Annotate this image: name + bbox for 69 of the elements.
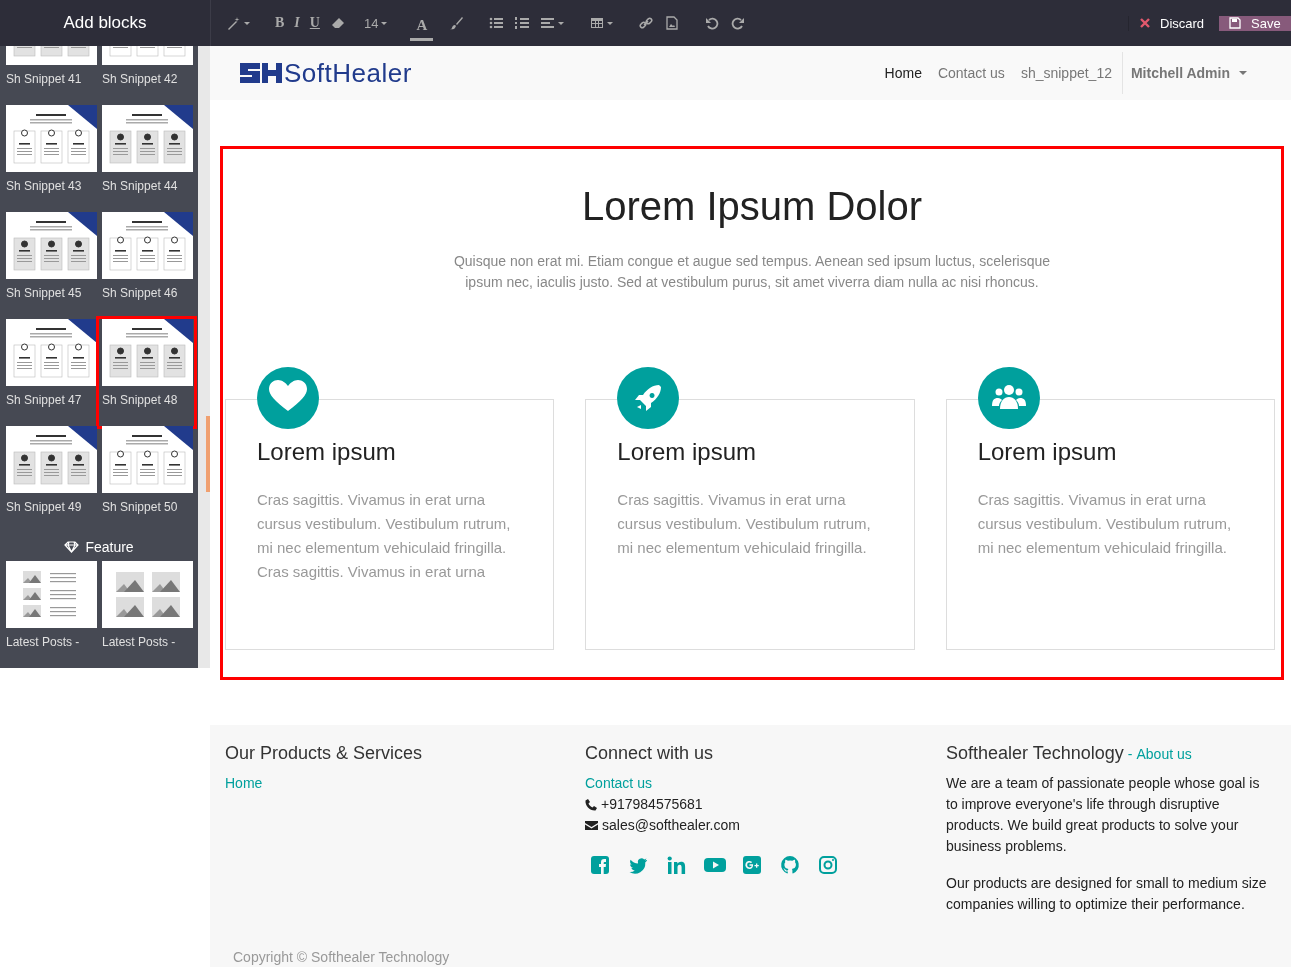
footer-heading: Our Products & Services: [225, 742, 424, 765]
section-title: Feature: [85, 539, 134, 555]
snippet-item[interactable]: Sh Snippet 46: [102, 212, 193, 319]
card-text: Cras sagittis. Vivamus in erat urna cursus vestibulum. Vestibulum rutrum, mi nec elementum vehiculaid fringilla.: [977, 490, 1233, 558]
snippet-label: Sh Snippet 49: [6, 499, 83, 516]
diamond-icon: [64, 541, 80, 553]
facebook-icon[interactable]: [590, 854, 612, 876]
card-text: Cras sagittis. Vivamus in erat urna cursus vestibulum. Vestibulum rutrum, mi nec elementum vehiculaid fringilla.: [617, 490, 872, 558]
font-color-button[interactable]: A: [410, 13, 434, 41]
users-icon: [977, 367, 1040, 429]
snippet-label: Latest Posts -: [6, 634, 81, 651]
snippet-label: Sh Snippet 44: [102, 178, 179, 195]
intro-text: Quisque non erat mi. Etiam congue et augue sed tempus. Aenean sed ipsum luctus, scelerisque ipsum nec, iaculis justo. Sed at vestibulum purus, sit amet viverra diam nulla ac nisi rhoncus.: [452, 252, 1052, 292]
italic-button[interactable]: I: [289, 8, 305, 38]
phone-number: +917984575681: [601, 795, 703, 814]
rocket-icon: [617, 367, 680, 429]
snippet-label: Sh Snippet 50: [102, 499, 179, 516]
nav-link[interactable]: sh_snippet_12: [1012, 65, 1120, 81]
copyright-text: Copyright © Softhealer Technology: [233, 949, 450, 965]
about-text: We are a team of passionate people whose goal is to improve everyone's life through disruptive products. We build great products to solve your business problems.: [946, 774, 1261, 856]
card-title: Lorem ipsum: [617, 437, 758, 467]
snippet-label: Sh Snippet 45: [6, 285, 83, 302]
snippet-label: Sh Snippet 48: [102, 392, 179, 409]
snippet-item[interactable]: Sh Snippet 45: [6, 212, 97, 319]
snippet-item[interactable]: Sh Snippet 44: [102, 105, 193, 212]
snippet-label: Sh Snippet 41: [6, 71, 83, 88]
footer-heading: Softhealer Technology: [946, 742, 1124, 765]
google-plus-icon[interactable]: [742, 854, 764, 876]
snippet-item[interactable]: Sh Snippet 42: [102, 46, 193, 105]
instagram-icon[interactable]: [818, 854, 840, 876]
logo-text: SoftHealer: [284, 57, 412, 89]
snippet-item[interactable]: Sh Snippet 50: [102, 426, 193, 533]
snippet-item[interactable]: Sh Snippet 48: [99, 319, 194, 426]
snippet-label: Sh Snippet 46: [102, 285, 179, 302]
separator-text: -: [1127, 746, 1133, 762]
user-menu[interactable]: Mitchell Admin: [1121, 52, 1255, 94]
snippet-item[interactable]: Sh Snippet 47: [6, 319, 97, 426]
card-title: Lorem ipsum: [257, 437, 397, 467]
logo-mark-icon: [240, 61, 282, 85]
linkedin-icon[interactable]: [666, 854, 688, 876]
section-title: Lorem Ipsum Dolor: [581, 183, 923, 230]
about-text: Our products are designed for small to medium size companies willing to optimize their performance.: [946, 874, 1268, 914]
font-size-dropdown[interactable]: 14: [358, 8, 393, 38]
underline-button[interactable]: U: [304, 8, 325, 38]
caret-icon: [381, 21, 388, 25]
snippet-item[interactable]: Sh Snippet 43: [6, 105, 97, 212]
email-address: sales@softhealer.com: [602, 816, 740, 835]
nav-link[interactable]: Contact us: [929, 65, 1013, 81]
snippet-item[interactable]: Sh Snippet 49: [6, 426, 97, 533]
snippet-item[interactable]: Sh Snippet 41: [6, 46, 97, 105]
snippet-label: Latest Posts -: [102, 634, 177, 651]
snippet-label: Sh Snippet 43: [6, 178, 83, 195]
phone-icon: [585, 798, 597, 811]
save-button[interactable]: Save: [1219, 15, 1291, 31]
card-title: Lorem ipsum: [977, 437, 1118, 467]
github-icon[interactable]: [780, 854, 802, 876]
card-text: Cras sagittis. Vivamus in erat urna cursus vestibulum. Vestibulum rutrum, mi nec elementum vehiculaid fringilla. Cras sagittis. Vivamus in erat urna: [257, 490, 512, 582]
snippet-label: Sh Snippet 42: [102, 71, 179, 88]
footer-heading: Connect with us: [585, 742, 715, 765]
snippet-label: Sh Snippet 47: [6, 392, 83, 409]
scrollbar-thumb[interactable]: [206, 416, 210, 492]
envelope-icon: [585, 820, 598, 831]
panel-title: Add blocks: [63, 13, 147, 33]
nav-link[interactable]: Home: [876, 65, 930, 81]
snippet-item[interactable]: Latest Posts -: [102, 561, 193, 668]
close-icon: [1140, 18, 1150, 28]
snippet-item[interactable]: Latest Posts -: [6, 561, 97, 668]
bold-button[interactable]: B: [270, 8, 290, 38]
caret-icon: [1239, 71, 1247, 75]
